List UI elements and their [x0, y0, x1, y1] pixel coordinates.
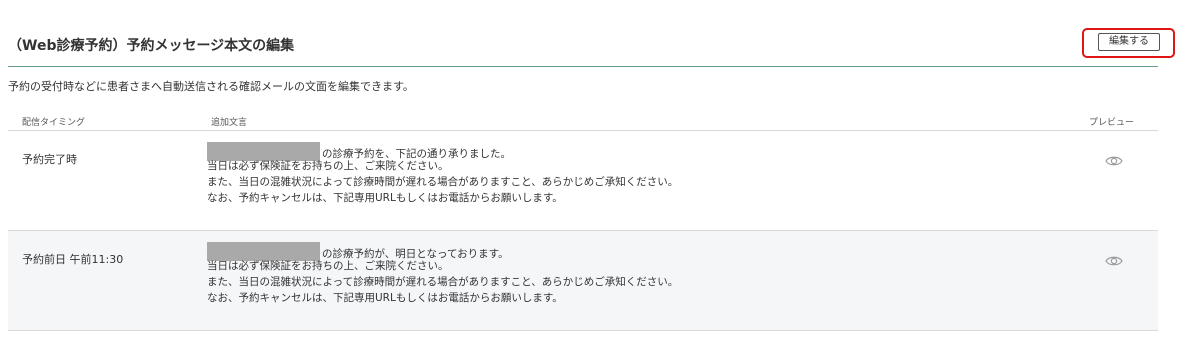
- message-line: 当日は必ず保険証をお持ちの上、ご来院ください。: [207, 160, 449, 172]
- column-header-text: 追加文言: [211, 118, 248, 128]
- eye-icon[interactable]: [1105, 155, 1123, 167]
- message-line: なお、予約キャンセルは、下記専用URLもしくはお電話からお願いします。: [207, 292, 563, 304]
- page-title: （Web診療予約）予約メッセージ本文の編集: [8, 38, 295, 54]
- message-table: 配信タイミング 追加文言 プレビュー 予約完了時 の診療予約を、下記の通り承りま…: [8, 110, 1158, 331]
- eye-icon[interactable]: [1105, 255, 1123, 267]
- message-line: の診療予約が、明日となっております。: [207, 242, 678, 261]
- message-line: の診療予約を、下記の通り承りました。: [207, 142, 678, 161]
- table-row: 予約前日 午前11:30 の診療予約が、明日となっております。 当日は必ず保険証…: [8, 231, 1158, 331]
- row-timing: 予約完了時: [22, 153, 77, 166]
- message-line: また、当日の混雑状況によって診療時間が遅れる場合がありますこと、あらかじめご承知…: [207, 176, 679, 188]
- table-header: 配信タイミング 追加文言 プレビュー: [8, 110, 1158, 131]
- message-line: 当日は必ず保険証をお持ちの上、ご来院ください。: [207, 260, 449, 272]
- row-message: の診療予約を、下記の通り承りました。 当日は必ず保険証をお持ちの上、ご来院くださ…: [207, 142, 678, 206]
- page-header: （Web診療予約）予約メッセージ本文の編集 編集する: [8, 28, 1175, 67]
- table-row: 予約完了時 の診療予約を、下記の通り承りました。 当日は必ず保険証をお持ちの上、…: [8, 131, 1158, 231]
- message-line: また、当日の混雑状況によって診療時間が遅れる場合がありますこと、あらかじめご承知…: [207, 276, 679, 288]
- page-description: 予約の受付時などに患者さまへ自動送信される確認メールの文面を編集できます。: [8, 80, 414, 93]
- column-header-timing: 配信タイミング: [22, 118, 86, 128]
- row-timing: 予約前日 午前11:30: [22, 253, 124, 266]
- row-message: の診療予約が、明日となっております。 当日は必ず保険証をお持ちの上、ご来院くださ…: [207, 242, 678, 306]
- message-line: なお、予約キャンセルは、下記専用URLもしくはお電話からお願いします。: [207, 192, 563, 204]
- column-header-preview: プレビュー: [1088, 118, 1134, 128]
- edit-button[interactable]: 編集する: [1098, 33, 1160, 51]
